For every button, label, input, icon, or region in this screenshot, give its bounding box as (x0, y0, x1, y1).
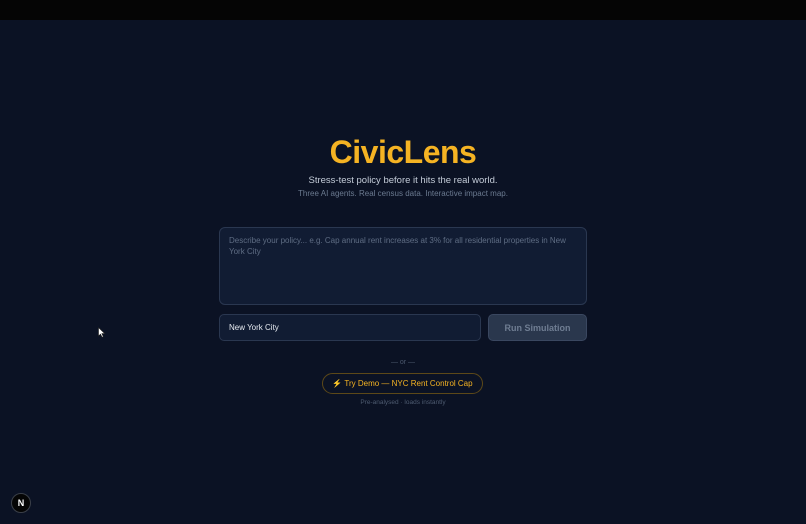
subtagline: Three AI agents. Real census data. Inter… (298, 189, 508, 198)
lightning-bolt-icon: ⚡ (332, 379, 343, 388)
run-simulation-button[interactable]: Run Simulation (488, 314, 587, 341)
next-logo-icon: N (17, 498, 25, 508)
try-demo-label: Try Demo — NYC Rent Control Cap (344, 379, 473, 388)
app-title: CivicLens (329, 134, 477, 170)
or-divider: — or — (390, 359, 416, 366)
tagline: Stress-test policy before it hits the re… (308, 175, 498, 186)
city-input[interactable] (219, 314, 481, 341)
try-demo-button[interactable]: ⚡ Try Demo — NYC Rent Control Cap (322, 373, 483, 394)
landing-page: CivicLens Stress-test policy before it h… (0, 20, 806, 524)
next-dev-badge[interactable]: N (11, 493, 31, 513)
mouse-cursor-icon (98, 327, 106, 338)
browser-top-bar (0, 0, 806, 20)
demo-note: Pre-analysed · loads instantly (360, 399, 446, 406)
policy-description-input[interactable] (219, 227, 587, 305)
